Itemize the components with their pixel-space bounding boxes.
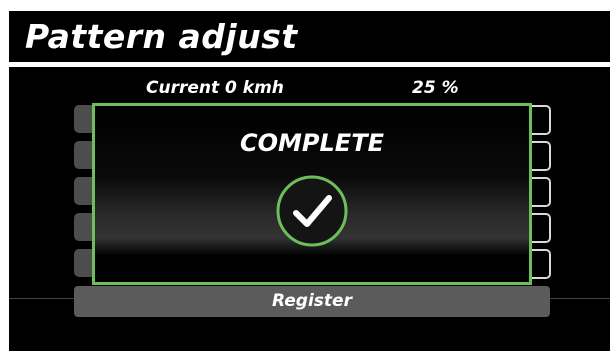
check-circle-icon [276, 175, 348, 247]
footer-divider-left [9, 298, 74, 299]
pattern-slot-right-1[interactable] [531, 105, 551, 135]
title-divider [9, 62, 610, 67]
page-title: Pattern adjust [25, 17, 298, 56]
status-row: Current 0 kmh 25 % [9, 77, 610, 99]
current-speed-label: Current 0 kmh [146, 78, 284, 98]
complete-message: COMPLETE [240, 129, 384, 157]
complete-dialog: COMPLETE [92, 103, 532, 285]
register-button[interactable]: Register [74, 286, 550, 317]
pattern-slot-right-5[interactable] [531, 249, 551, 279]
percent-value: 25 % [412, 78, 459, 98]
pattern-slot-right-3[interactable] [531, 177, 551, 207]
pattern-slot-right-2[interactable] [531, 141, 551, 171]
pattern-slot-right-4[interactable] [531, 213, 551, 243]
device-screen: Pattern adjust Current 0 kmh 25 % Regist… [9, 11, 610, 351]
footer-divider-right [550, 298, 610, 299]
